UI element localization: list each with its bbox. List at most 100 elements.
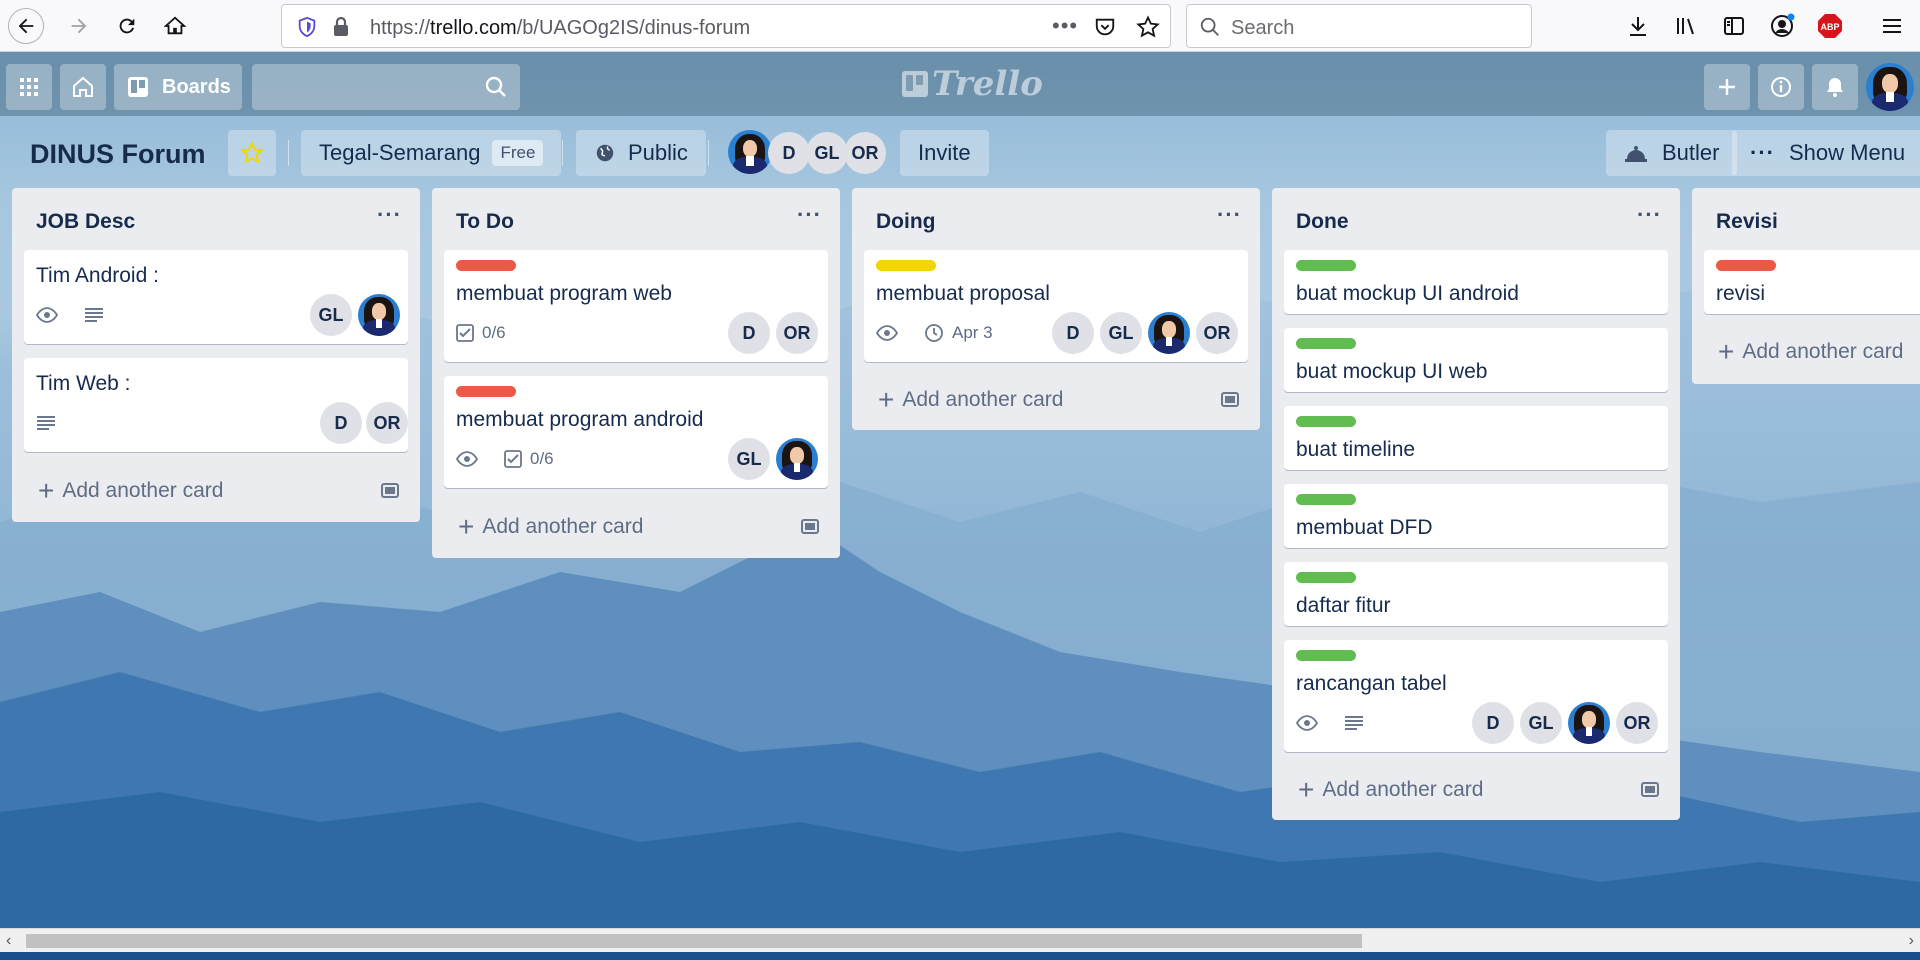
- reload-button[interactable]: [109, 8, 145, 44]
- card-label-green[interactable]: [1296, 494, 1356, 505]
- list-job-desc[interactable]: JOB Desc ··· Tim Android : GL Tim Web : …: [12, 188, 420, 522]
- list-revisi[interactable]: Revisi revisi + Add another card: [1692, 188, 1920, 384]
- card[interactable]: daftar fitur: [1284, 562, 1668, 626]
- card-member-photo[interactable]: [776, 438, 818, 480]
- card-member[interactable]: GL: [1100, 312, 1142, 354]
- card-member[interactable]: D: [1052, 312, 1094, 354]
- visibility-button[interactable]: Public: [576, 130, 706, 176]
- member-avatar[interactable]: GL: [806, 132, 848, 174]
- list-done[interactable]: Done ··· buat mockup UI android buat moc…: [1272, 188, 1680, 820]
- forward-button[interactable]: [61, 8, 97, 44]
- card[interactable]: buat timeline: [1284, 406, 1668, 470]
- sidebar-icon[interactable]: [1720, 12, 1748, 40]
- library-icon[interactable]: [1672, 12, 1700, 40]
- back-button[interactable]: [8, 8, 44, 44]
- card[interactable]: Tim Android : GL: [24, 250, 408, 344]
- card-member[interactable]: OR: [776, 312, 818, 354]
- board-title[interactable]: DINUS Forum: [30, 139, 206, 170]
- card[interactable]: Tim Web : D OR: [24, 358, 408, 452]
- add-card-button[interactable]: + Add another card: [1718, 338, 1903, 366]
- add-card-button[interactable]: + Add another card: [878, 386, 1063, 414]
- card-member[interactable]: OR: [1616, 702, 1658, 744]
- card-member[interactable]: D: [1472, 702, 1514, 744]
- list-title[interactable]: Revisi: [1716, 210, 1778, 234]
- card-label-green[interactable]: [1296, 572, 1356, 583]
- card-member-photo[interactable]: [358, 294, 400, 336]
- card[interactable]: buat mockup UI android: [1284, 250, 1668, 314]
- pocket-icon[interactable]: [1094, 16, 1116, 38]
- card-label-red[interactable]: [1716, 260, 1776, 271]
- team-button[interactable]: Tegal-Semarang Free: [301, 130, 562, 176]
- card-member[interactable]: GL: [310, 294, 352, 336]
- card-template-icon[interactable]: [1220, 389, 1240, 409]
- card[interactable]: membuat proposal Apr 3 D GL OR: [864, 250, 1248, 362]
- home-button[interactable]: [157, 8, 193, 44]
- account-icon[interactable]: [1768, 12, 1796, 40]
- browser-search-input[interactable]: Search: [1186, 4, 1532, 48]
- butler-button[interactable]: Butler: [1606, 130, 1738, 176]
- card-label-green[interactable]: [1296, 650, 1356, 661]
- trello-search-input[interactable]: [252, 64, 520, 110]
- card-member[interactable]: OR: [1196, 312, 1238, 354]
- card-template-icon[interactable]: [1640, 779, 1660, 799]
- card[interactable]: membuat program android 0/6 GL: [444, 376, 828, 488]
- trello-logo[interactable]: Trello: [902, 64, 1043, 104]
- scroll-left-icon[interactable]: ‹: [6, 932, 11, 950]
- card-label-green[interactable]: [1296, 338, 1356, 349]
- card[interactable]: membuat DFD: [1284, 484, 1668, 548]
- member-avatar[interactable]: OR: [844, 132, 886, 174]
- page-actions-icon[interactable]: •••: [1052, 13, 1078, 39]
- member-avatar-photo[interactable]: [728, 130, 772, 174]
- add-card-button[interactable]: + Add another card: [38, 477, 223, 505]
- card-label-red[interactable]: [456, 260, 516, 271]
- star-board-button[interactable]: [228, 130, 276, 176]
- list-title[interactable]: Doing: [876, 210, 935, 234]
- url-bar[interactable]: https://trello.com/b/UAGOg2IS/dinus-foru…: [281, 4, 1171, 48]
- card-member[interactable]: OR: [366, 402, 408, 444]
- card-label-yellow[interactable]: [876, 260, 936, 271]
- boards-button[interactable]: Boards: [114, 64, 242, 110]
- list-doing[interactable]: Doing ··· membuat proposal Apr 3 D GL OR…: [852, 188, 1260, 430]
- card[interactable]: revisi: [1704, 250, 1920, 314]
- list-menu-icon[interactable]: ···: [797, 202, 822, 228]
- notifications-button[interactable]: [1812, 64, 1858, 110]
- downloads-icon[interactable]: [1624, 12, 1652, 40]
- list-to-do[interactable]: To Do ··· membuat program web 0/6 D OR m…: [432, 188, 840, 558]
- card-member[interactable]: D: [728, 312, 770, 354]
- card-member[interactable]: D: [320, 402, 362, 444]
- create-button[interactable]: [1704, 64, 1750, 110]
- shield-icon[interactable]: [296, 16, 318, 38]
- card[interactable]: buat mockup UI web: [1284, 328, 1668, 392]
- card-member-photo[interactable]: [1148, 312, 1190, 354]
- star-bookmark-icon[interactable]: [1136, 15, 1160, 39]
- lock-icon[interactable]: [331, 16, 351, 38]
- horizontal-scrollbar[interactable]: ‹ ›: [0, 928, 1920, 952]
- card[interactable]: membuat program web 0/6 D OR: [444, 250, 828, 362]
- list-menu-icon[interactable]: ···: [1637, 202, 1662, 228]
- card-member[interactable]: GL: [1520, 702, 1562, 744]
- add-card-button[interactable]: + Add another card: [458, 513, 643, 541]
- card-member[interactable]: GL: [728, 438, 770, 480]
- scroll-right-icon[interactable]: ›: [1909, 932, 1914, 950]
- card[interactable]: rancangan tabel D GL OR: [1284, 640, 1668, 752]
- list-menu-icon[interactable]: ···: [1217, 202, 1242, 228]
- add-card-button[interactable]: + Add another card: [1298, 776, 1483, 804]
- url-text[interactable]: https://trello.com/b/UAGOg2IS/dinus-foru…: [370, 17, 750, 40]
- user-avatar[interactable]: [1866, 63, 1914, 111]
- list-menu-icon[interactable]: ···: [377, 202, 402, 228]
- card-member-photo[interactable]: [1568, 702, 1610, 744]
- card-label-red[interactable]: [456, 386, 516, 397]
- adblock-plus-icon[interactable]: ABP: [1816, 12, 1844, 40]
- card-label-green[interactable]: [1296, 260, 1356, 271]
- info-button[interactable]: [1758, 64, 1804, 110]
- card-label-green[interactable]: [1296, 416, 1356, 427]
- invite-button[interactable]: Invite: [900, 130, 989, 176]
- scrollbar-thumb[interactable]: [26, 934, 1362, 948]
- trello-home-button[interactable]: [60, 64, 106, 110]
- card-template-icon[interactable]: [800, 516, 820, 536]
- member-avatar[interactable]: D: [768, 132, 810, 174]
- show-menu-button[interactable]: ··· Show Menu: [1732, 130, 1920, 176]
- apps-grid-button[interactable]: [6, 64, 52, 110]
- list-title[interactable]: JOB Desc: [36, 210, 135, 234]
- hamburger-menu-icon[interactable]: [1878, 12, 1906, 40]
